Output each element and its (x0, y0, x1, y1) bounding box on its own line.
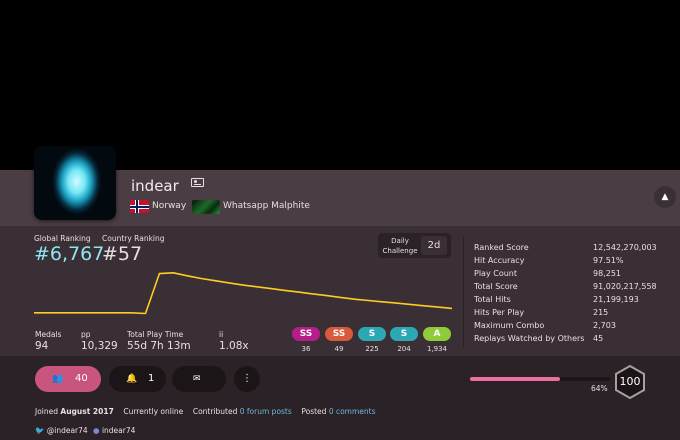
level-progress-fill (470, 377, 560, 381)
medals-label: Medals (35, 330, 62, 339)
panel-divider (463, 236, 464, 348)
more-options-button[interactable]: ⋮ (234, 366, 260, 392)
country-name[interactable]: Norway (152, 201, 186, 211)
grade-ss-count: 49 (334, 345, 344, 353)
grade-ss-badge: SS (325, 327, 353, 341)
max-combo-label: Maximum Combo (474, 321, 545, 330)
daily-challenge-label: Daily Challenge (382, 237, 418, 255)
avatar[interactable] (34, 146, 116, 220)
contributed-label: Contributed (192, 407, 238, 416)
play-count-value: 98,251 (593, 269, 621, 278)
replays-watched-value: 45 (593, 334, 604, 343)
collapse-button[interactable]: ▲ (654, 186, 676, 208)
total-score-label: Total Score (474, 282, 518, 291)
joined-label: Joined (35, 407, 59, 416)
play-time-value: 55d 7h 13m (127, 340, 191, 352)
country-ranking-value: #57 (102, 243, 143, 265)
profile-info-line: Joined August 2017 Currently online Cont… (35, 407, 376, 416)
grade-s-count: 204 (397, 345, 411, 353)
total-score-value: 91,020,217,558 (593, 282, 657, 291)
daily-challenge[interactable]: Daily Challenge 2d (378, 233, 451, 258)
play-count-label: Play Count (474, 269, 517, 278)
twitter-handle: @indear74 (46, 426, 88, 435)
online-status: Currently online (123, 407, 184, 416)
max-combo-value: 2,703 (593, 321, 616, 330)
grade-a-count: 1,934 (426, 345, 448, 353)
norway-flag-icon[interactable] (130, 200, 149, 213)
play-time-label: Total Play Time (127, 330, 184, 339)
daily-challenge-value: 2d (421, 236, 447, 255)
bell-icon: 🔔 (126, 374, 138, 384)
global-ranking-label: Global Ranking (34, 234, 91, 243)
ranked-score-label: Ranked Score (474, 243, 529, 252)
grade-s-silver-badge: S (358, 327, 386, 341)
discord-handle: indear74 (101, 426, 136, 435)
ranked-score-value: 12,542,270,003 (593, 243, 657, 252)
joined-date: August 2017 (60, 407, 114, 416)
friends-icon: 👥 (52, 374, 64, 384)
country-ranking-label: Country Ranking (102, 234, 165, 243)
forum-posts-link[interactable]: 0 forum posts (240, 407, 292, 416)
hits-per-play-value: 215 (593, 308, 609, 317)
discord-link[interactable]: ● indear74 (93, 426, 135, 435)
followers-button[interactable]: 👥 40 (35, 366, 101, 392)
hit-accuracy-label: Hit Accuracy (474, 256, 525, 265)
discord-icon: ● (93, 426, 100, 435)
hits-per-play-label: Hits Per Play (474, 308, 525, 317)
pp-label: pp (81, 330, 91, 339)
rank-history-graph[interactable] (34, 268, 452, 318)
global-ranking-value: #6,767 (34, 243, 105, 265)
total-hits-label: Total Hits (474, 295, 511, 304)
grade-a-badge: A (423, 327, 451, 341)
replays-watched-label: Replays Watched by Others (474, 334, 585, 343)
envelope-icon: ✉ (193, 374, 201, 384)
level-progress-percent: 64% (591, 384, 608, 393)
team-name[interactable]: Whatsapp Malphite (223, 201, 310, 211)
profile-cover (0, 0, 680, 170)
chevron-up-icon: ▲ (661, 192, 669, 202)
twitter-link[interactable]: 🐦 @indear74 (35, 426, 88, 435)
comments-link[interactable]: 0 comments (329, 407, 376, 416)
twitter-icon: 🐦 (35, 426, 45, 435)
team-flag-icon[interactable] (192, 200, 220, 214)
username: indear (131, 177, 179, 195)
grade-s-badge: S (390, 327, 418, 341)
medals-value: 94 (35, 340, 49, 352)
grade-ss-silver-count: 36 (301, 345, 311, 353)
total-hits-value: 21,199,193 (593, 295, 639, 304)
rank-history-line (34, 272, 452, 315)
ii-label: ii (219, 330, 224, 339)
grade-s-silver-count: 225 (365, 345, 379, 353)
message-button[interactable]: ✉ (172, 366, 226, 392)
level-value: 100 (619, 375, 641, 388)
id-card-icon[interactable] (191, 178, 204, 187)
posted-label: Posted (301, 407, 327, 416)
notifications-button[interactable]: 🔔 1 (109, 366, 166, 392)
hit-accuracy-value: 97.51% (593, 256, 624, 265)
ii-value: 1.08x (219, 340, 249, 352)
followers-count: 40 (75, 373, 88, 384)
level-progress-bar (470, 377, 610, 381)
more-vertical-icon: ⋮ (242, 373, 252, 384)
notifications-count: 1 (148, 373, 155, 384)
grade-ss-silver-badge: SS (292, 327, 320, 341)
pp-value: 10,329 (81, 340, 118, 352)
